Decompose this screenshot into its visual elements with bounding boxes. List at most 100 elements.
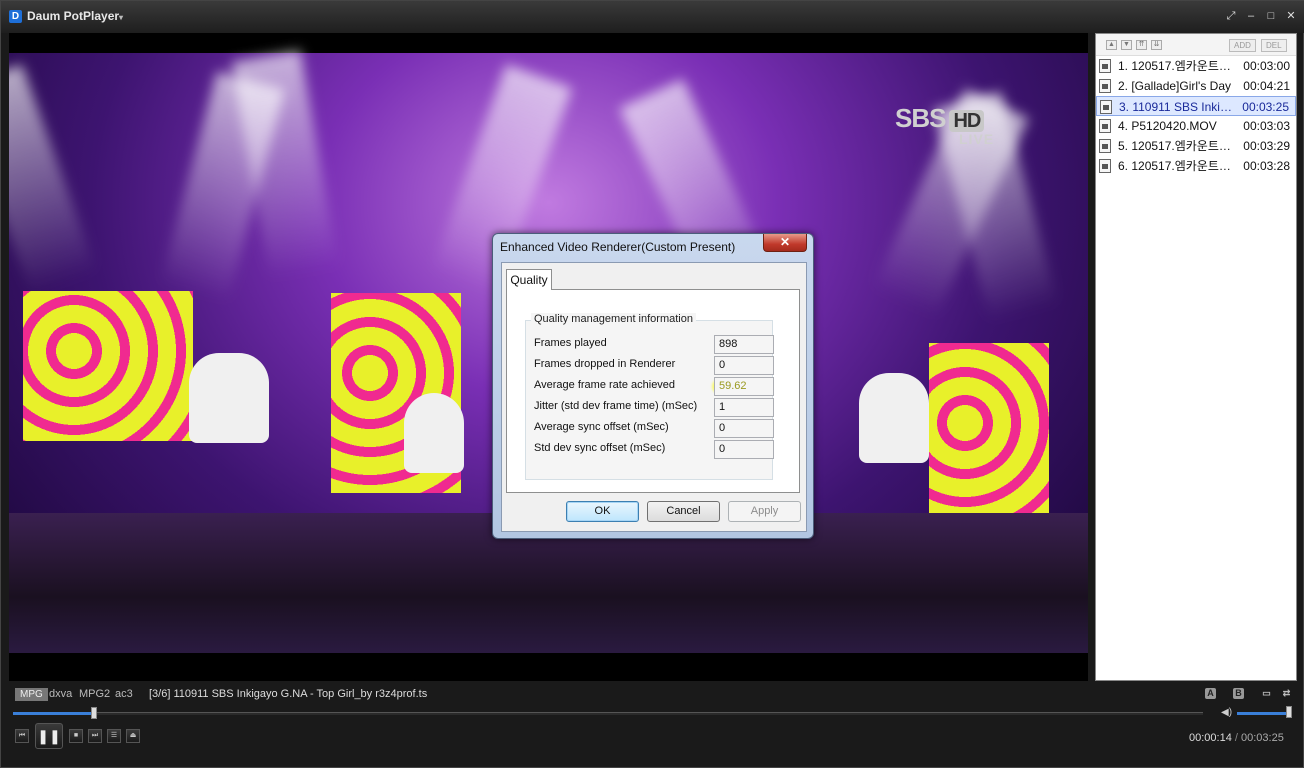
video-file-icon bbox=[1099, 139, 1111, 153]
playlist-item-name: 3. 110911 SBS Inkigayo bbox=[1119, 100, 1237, 114]
stat-value: 1 bbox=[714, 398, 774, 417]
subtitle-icon[interactable]: ▭ bbox=[1261, 688, 1272, 699]
previous-button[interactable]: ⏮ bbox=[15, 729, 29, 743]
stat-value: 898 bbox=[714, 335, 774, 354]
stat-label: Jitter (std dev frame time) (mSec) bbox=[534, 400, 698, 412]
playlist-item[interactable]: 1. 120517.엠카운트다운 00:03:00 bbox=[1096, 56, 1296, 76]
stat-row: Frames played 898 bbox=[534, 335, 774, 355]
stat-label: Frames dropped in Renderer bbox=[534, 358, 676, 370]
status-bar: MPG dxva MPG2 ac3 [3/6] 110911 SBS Inkig… bbox=[9, 685, 1297, 705]
stat-label: Std dev sync offset (mSec) bbox=[534, 442, 666, 454]
speaker-icon[interactable]: ◀) bbox=[1221, 707, 1232, 718]
playlist-item[interactable]: 5. 120517.엠카운트다운 00:03:29 bbox=[1096, 136, 1296, 156]
playlist-item-duration: 00:03:25 bbox=[1242, 100, 1289, 114]
apply-button[interactable]: Apply bbox=[728, 501, 801, 522]
playlist-toggle-button[interactable]: ☰ bbox=[107, 729, 121, 743]
move-up-icon[interactable]: ▲ bbox=[1106, 40, 1117, 50]
stat-value: 0 bbox=[714, 356, 774, 375]
stop-button[interactable]: ■ bbox=[69, 729, 83, 743]
watermark-live: LIVE bbox=[959, 131, 995, 147]
pause-button[interactable]: ❚❚ bbox=[35, 723, 63, 749]
dancer bbox=[404, 393, 464, 473]
codec-accel[interactable]: dxva bbox=[49, 688, 72, 700]
dancer bbox=[189, 353, 269, 443]
dancer bbox=[859, 373, 929, 463]
playlist-item-name: 1. 120517.엠카운트다운 bbox=[1118, 59, 1236, 73]
codec-video[interactable]: MPG2 bbox=[79, 688, 110, 700]
window-controls: ⤢ – □ ✕ bbox=[1225, 10, 1297, 22]
playlist-add-button[interactable]: ADD bbox=[1229, 39, 1256, 52]
tab-quality[interactable]: Quality bbox=[506, 269, 552, 290]
dialog-close-button[interactable]: ✕ bbox=[763, 234, 807, 252]
seek-handle[interactable] bbox=[90, 707, 97, 719]
open-file-button[interactable]: ⏏ bbox=[126, 729, 140, 743]
chevron-down-icon: ▾ bbox=[119, 13, 124, 22]
volume-slider[interactable] bbox=[1237, 706, 1292, 718]
video-file-icon bbox=[1100, 100, 1112, 114]
playlist-item[interactable]: 2. [Gallade]Girl's Day 00:04:21 bbox=[1096, 76, 1296, 96]
minimize-button[interactable]: – bbox=[1245, 10, 1257, 22]
playlist-panel: ▲ ▼ ⇈ ⇊ ADD DEL 1. 120517.엠카운트다운 00:03:00… bbox=[1095, 33, 1297, 681]
app-logo-icon: D bbox=[9, 10, 22, 23]
current-time: 00:00:14 bbox=[1189, 732, 1232, 744]
format-badge[interactable]: MPG bbox=[15, 688, 48, 701]
time-display[interactable]: 00:00:14 / 00:03:25 bbox=[1189, 732, 1284, 744]
maximize-button[interactable]: □ bbox=[1265, 10, 1277, 22]
playlist-item-duration: 00:03:29 bbox=[1243, 139, 1290, 153]
potplayer-window: D Daum PotPlayer▾ ⤢ – □ ✕ SBS HD LIVE ▲ … bbox=[0, 0, 1304, 768]
ok-button[interactable]: OK bbox=[566, 501, 639, 522]
group-title: Quality management information bbox=[531, 313, 696, 325]
stat-value: 0 bbox=[714, 419, 774, 438]
stat-label: Frames played bbox=[534, 337, 607, 349]
close-button[interactable]: ✕ bbox=[1285, 10, 1297, 22]
watermark-hd: HD bbox=[949, 110, 985, 132]
codec-audio[interactable]: ac3 bbox=[115, 688, 133, 700]
repeat-b-icon[interactable]: B bbox=[1233, 688, 1244, 699]
stage-light bbox=[9, 64, 97, 295]
move-bottom-icon[interactable]: ⇊ bbox=[1151, 40, 1162, 50]
video-file-icon bbox=[1099, 79, 1111, 93]
playlist-items: 1. 120517.엠카운트다운 00:03:00 2. [Gallade]Girl… bbox=[1096, 56, 1296, 176]
shuffle-icon[interactable]: ⇄ bbox=[1281, 688, 1292, 699]
volume-handle[interactable] bbox=[1286, 706, 1292, 718]
quality-tab-page: Quality management information Frames pl… bbox=[506, 289, 800, 493]
video-file-icon bbox=[1099, 59, 1111, 73]
cancel-button[interactable]: Cancel bbox=[647, 501, 720, 522]
playlist-item[interactable]: 4. P5120420.MOV 00:03:03 bbox=[1096, 116, 1296, 136]
move-top-icon[interactable]: ⇈ bbox=[1136, 40, 1147, 50]
stat-row: Average sync offset (mSec) 0 bbox=[534, 419, 774, 439]
evr-properties-dialog: Enhanced Video Renderer(Custom Present) … bbox=[492, 233, 814, 539]
stat-label: Average sync offset (mSec) bbox=[534, 421, 669, 433]
seek-bar[interactable] bbox=[13, 707, 1203, 719]
move-down-icon[interactable]: ▼ bbox=[1121, 40, 1132, 50]
dialog-title: Enhanced Video Renderer(Custom Present) bbox=[500, 240, 736, 254]
broadcast-watermark: SBS HD LIVE bbox=[895, 103, 993, 147]
playlist-del-button[interactable]: DEL bbox=[1261, 39, 1287, 52]
playlist-item-duration: 00:04:21 bbox=[1243, 79, 1290, 93]
title-bar[interactable]: D Daum PotPlayer▾ ⤢ – □ ✕ bbox=[1, 1, 1304, 33]
seek-progress bbox=[13, 712, 94, 715]
playlist-item-duration: 00:03:00 bbox=[1243, 59, 1290, 73]
stat-row: Std dev sync offset (mSec) 0 bbox=[534, 440, 774, 460]
playlist-item-duration: 00:03:03 bbox=[1243, 119, 1290, 133]
fullscreen-button[interactable]: ⤢ bbox=[1225, 10, 1237, 22]
video-file-icon bbox=[1099, 119, 1111, 133]
stat-row: Frames dropped in Renderer 0 bbox=[534, 356, 774, 376]
app-title-menu[interactable]: Daum PotPlayer▾ bbox=[27, 9, 123, 23]
playlist-item-name: 4. P5120420.MOV bbox=[1118, 119, 1217, 133]
playlist-item-name: 2. [Gallade]Girl's Day bbox=[1118, 79, 1231, 93]
playlist-item[interactable]: 6. 120517.엠카운트다운 00:03:28 bbox=[1096, 156, 1296, 176]
stat-row: Average frame rate achieved 59.62 bbox=[534, 377, 774, 397]
playlist-toolbar: ▲ ▼ ⇈ ⇊ ADD DEL bbox=[1096, 34, 1296, 56]
dialog-body: Quality Quality management information F… bbox=[501, 262, 807, 532]
playlist-item-name: 5. 120517.엠카운트다운 bbox=[1118, 139, 1236, 153]
video-file-icon bbox=[1099, 159, 1111, 173]
time-separator: / bbox=[1234, 732, 1238, 744]
stat-value: 0 bbox=[714, 440, 774, 459]
playlist-item-name: 6. 120517.엠카운트다운 bbox=[1118, 159, 1236, 173]
next-button[interactable]: ⏭ bbox=[88, 729, 102, 743]
playlist-item-duration: 00:03:28 bbox=[1243, 159, 1290, 173]
playlist-item[interactable]: 3. 110911 SBS Inkigayo 00:03:25 bbox=[1096, 96, 1296, 116]
repeat-a-icon[interactable]: A bbox=[1205, 688, 1216, 699]
now-playing-title: [3/6] 110911 SBS Inkigayo G.NA - Top Gir… bbox=[149, 688, 428, 700]
